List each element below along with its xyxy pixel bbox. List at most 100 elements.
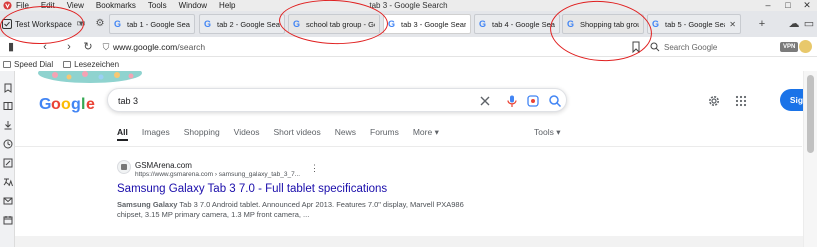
tab-label: tab 1 - Google Search [127,19,190,29]
tab-forums[interactable]: Forums [370,127,399,141]
translate-icon[interactable] [3,177,13,187]
tab-bar: Test Workspace ▼ ▭ ⚙ G tab 1 - Google Se… [0,11,817,37]
tab-videos[interactable]: Videos [234,127,260,141]
menu: File Edit View Bookmarks Tools Window He… [16,0,238,11]
search-type-tabs: All Images Shopping Videos Short videos … [117,127,439,141]
clear-search-icon[interactable] [478,94,492,108]
downloads-icon[interactable] [3,120,13,130]
close-tab-icon[interactable]: ✕ [729,20,736,29]
tab-4[interactable]: G tab 4 - Google Search [474,14,560,34]
vpn-badge[interactable]: VPN [780,42,799,52]
side-panel [0,71,15,247]
calendar-icon[interactable] [3,215,13,225]
profile-avatar[interactable] [799,40,812,53]
divider [15,146,802,147]
tab-5[interactable]: G tab 5 - Google Search ✕ [647,14,741,34]
tab-label: tab 5 - Google Search [665,19,725,29]
site-info-shield-icon[interactable]: ⛉ [101,42,111,52]
tab-label: tab 2 - Google Search [217,19,280,29]
tab-label: tab 3 - Google Search [401,19,466,29]
image-search-lens-icon[interactable] [526,94,540,108]
menu-view[interactable]: View [67,0,84,11]
tools-button[interactable]: Tools ▾ [534,127,560,138]
settings-gear-icon[interactable]: ⚙ [92,15,108,33]
result-site-name[interactable]: GSMArena.com [135,161,192,170]
url-path: /search [177,42,206,52]
forward-icon[interactable]: › [61,39,77,55]
bookmark-lesezeichen[interactable]: Lesezeichen [63,60,119,69]
search-field[interactable]: Search Google [650,40,717,54]
reading-list-icon[interactable] [3,101,13,111]
url-host: www.google.com [113,42,178,52]
google-search-input[interactable] [118,93,458,108]
address-bar: ▮ ‹ › ↻ ⛉ www.google.com/search Search G… [0,37,817,57]
minimize-icon[interactable]: – [758,0,778,11]
scroll-thumb[interactable] [807,75,814,153]
menu-tools[interactable]: Tools [148,0,167,11]
bookmark-speed-dial[interactable]: Speed Dial [3,60,53,69]
google-favicon-icon: G [479,18,487,29]
menu-window[interactable]: Window [179,0,207,11]
back-icon[interactable]: ‹ [37,39,53,55]
tab-2[interactable]: G tab 2 - Google Search [199,14,285,34]
search-submit-icon[interactable] [548,94,562,108]
history-icon[interactable] [3,139,13,149]
bookmark-icon[interactable] [631,41,641,53]
notes-icon[interactable] [3,158,13,168]
menu-bar: File Edit View Bookmarks Tools Window He… [0,0,817,11]
tab-images[interactable]: Images [142,127,170,141]
tab-shopping-group[interactable]: G Shopping tab group - Go [562,14,644,34]
tab-3-active[interactable]: G tab 3 - Google Search [383,14,471,34]
mail-icon[interactable] [3,196,13,206]
site-favicon-icon [117,160,131,174]
tab-shopping[interactable]: Shopping [184,127,220,141]
google-favicon-icon: G [388,18,396,29]
tab-label: school tab group - Goo [306,19,375,29]
svg-text:l: l [81,96,85,113]
reload-icon[interactable]: ↻ [80,39,96,55]
svg-text:G: G [39,96,51,113]
result-title-link[interactable]: Samsung Galaxy Tab 3 7.0 - Full tablet s… [117,183,387,195]
bookmarks-bar: Speed Dial Lesezeichen [0,58,817,71]
menu-file[interactable]: File [16,0,29,11]
menu-help[interactable]: Help [219,0,235,11]
vivaldi-logo-icon[interactable] [3,1,12,10]
bookmark-label: Speed Dial [14,60,54,69]
google-search-box[interactable] [107,88,567,112]
tab-label: Shopping tab group - Go [580,19,639,29]
tab-all[interactable]: All [117,127,128,141]
folder-icon [63,61,72,68]
tab-1[interactable]: G tab 1 - Google Search [109,14,195,34]
bookmarks-panel-icon[interactable] [3,83,13,93]
menu-edit[interactable]: Edit [41,0,55,11]
result-url[interactable]: https://www.gsmarena.com › samsung_galax… [135,171,300,178]
scrollbar[interactable] [803,71,817,247]
google-apps-grid-icon[interactable] [735,95,747,107]
svg-text:o: o [61,96,71,113]
workspace-icon [2,19,12,29]
google-favicon-icon: G [114,18,122,29]
voice-search-icon[interactable] [505,94,519,108]
google-favicon-icon: G [567,18,575,29]
google-favicon-icon: G [204,18,212,29]
tab-short-videos[interactable]: Short videos [274,127,321,141]
url-field[interactable]: www.google.com/search [113,41,205,53]
close-window-icon[interactable]: ✕ [797,0,817,11]
settings-gear-icon[interactable] [708,95,720,107]
maximize-icon[interactable]: □ [778,0,798,11]
tab-stack-icon[interactable]: ▭ [73,15,89,33]
folder-icon [3,61,11,68]
snippet-highlight: Samsung Galaxy [117,200,178,209]
cloud-sync-icon[interactable]: ☁ [786,16,802,32]
window-panel-icon[interactable]: ▭ [801,16,817,32]
page-footer-strip [15,236,803,247]
tab-school-group[interactable]: G school tab group - Goo [288,14,380,34]
search-icon [650,42,660,52]
tab-news[interactable]: News [335,127,356,141]
new-tab-icon[interactable]: + [754,16,770,32]
tab-label: tab 4 - Google Search [492,19,555,29]
tab-more[interactable]: More ▾ [413,127,439,141]
more-options-icon[interactable]: ⋮ [310,163,319,174]
panel-toggle-icon[interactable]: ▮ [3,39,19,55]
menu-bookmarks[interactable]: Bookmarks [96,0,136,11]
